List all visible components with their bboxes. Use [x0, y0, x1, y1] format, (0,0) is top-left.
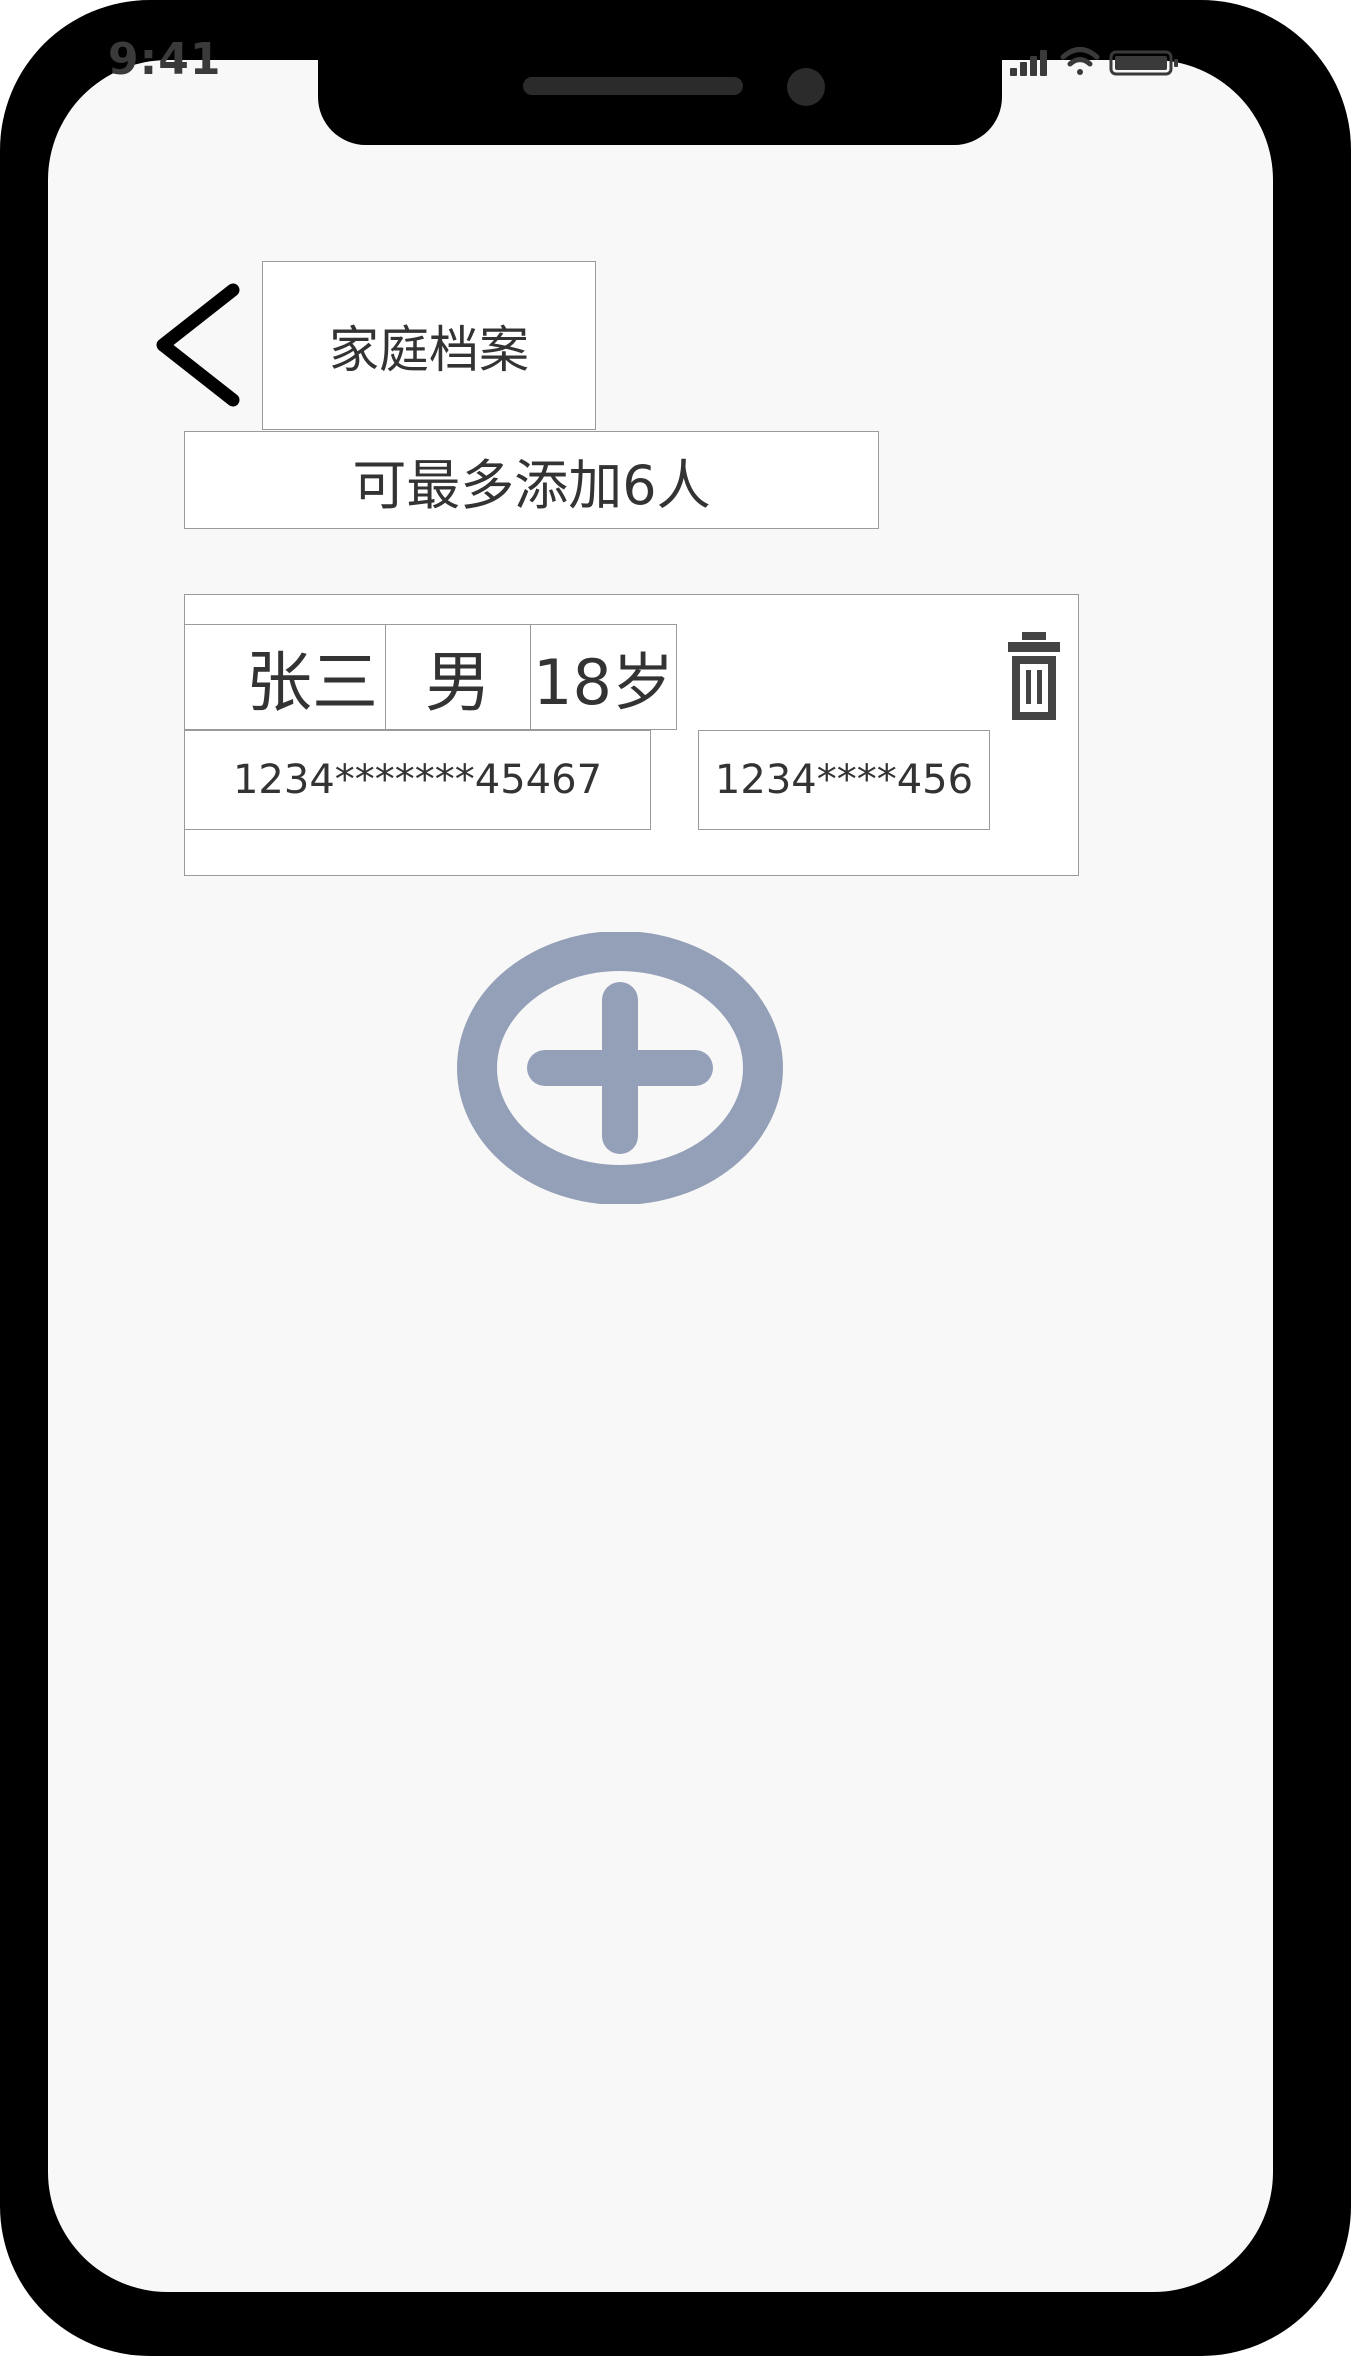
signal-icon [1010, 50, 1047, 76]
status-time: 9:41 [108, 34, 222, 85]
member-gender: 男 [385, 624, 531, 730]
status-icons [1010, 47, 1178, 76]
member-name: 张三 [184, 624, 387, 730]
member-phone: 1234****456 [698, 730, 990, 830]
front-camera [787, 68, 825, 106]
wifi-icon [1060, 47, 1100, 75]
notch [318, 60, 1002, 145]
max-members-notice: 可最多添加6人 [184, 431, 879, 529]
phone-frame: 9:41 家庭档案 可最多添加6人 张三 男 18岁 1234*******45… [0, 0, 1351, 2356]
battery-icon [1109, 50, 1178, 76]
chevron-left-icon[interactable] [148, 280, 248, 410]
member-age: 18岁 [530, 624, 677, 730]
plus-circle-icon[interactable] [457, 932, 783, 1204]
speaker [523, 77, 743, 95]
page-title: 家庭档案 [262, 261, 596, 430]
trash-icon[interactable] [1006, 630, 1062, 722]
member-id-number: 1234*******45467 [184, 730, 651, 830]
